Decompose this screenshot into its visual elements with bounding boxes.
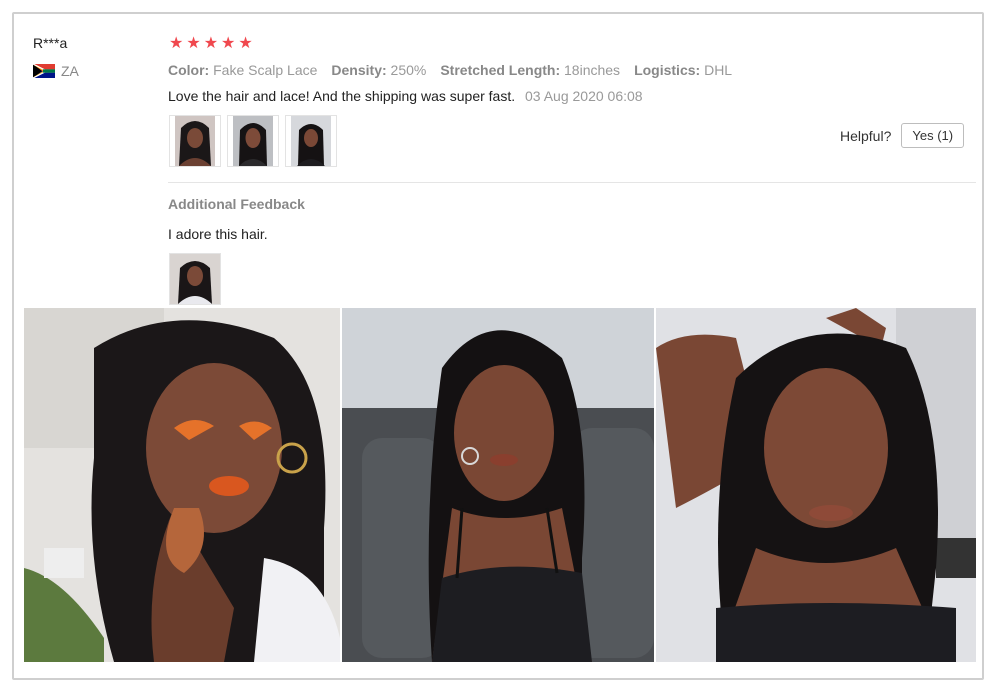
star-icon: ★: [221, 35, 236, 52]
product-attributes: Color: Fake Scalp Lace Density: 250% Str…: [168, 62, 732, 78]
review-thumbnail[interactable]: [169, 115, 221, 167]
review-photos: [24, 308, 976, 662]
star-icon: ★: [238, 35, 253, 52]
additional-feedback-title: Additional Feedback: [168, 196, 305, 212]
selfie-photo: [24, 308, 340, 662]
additional-thumbnail[interactable]: [169, 253, 221, 305]
review-text: Love the hair and lace! And the shipping…: [168, 88, 516, 104]
south-africa-flag-icon: [33, 64, 55, 78]
review-photo[interactable]: [342, 308, 654, 662]
selfie-photo: [656, 308, 976, 662]
photo-thumbnail-icon: [291, 116, 331, 166]
rating-stars: ★ ★ ★ ★ ★: [169, 36, 253, 52]
review-body: Love the hair and lace! And the shipping…: [168, 88, 643, 104]
star-icon: ★: [203, 35, 219, 52]
star-icon: ★: [169, 35, 184, 52]
country-code: ZA: [61, 63, 79, 79]
review-photo[interactable]: [24, 308, 340, 662]
attribute-density: Density: 250%: [331, 62, 427, 78]
reviewer-country: ZA: [33, 63, 79, 79]
attribute-length: Stretched Length: 18inches: [440, 62, 621, 78]
additional-feedback-text: I adore this hair.: [168, 226, 268, 242]
review-thumbnail[interactable]: [227, 115, 279, 167]
attribute-color: Color: Fake Scalp Lace: [168, 62, 318, 78]
selfie-photo: [342, 308, 654, 662]
photo-thumbnail-icon: [170, 254, 220, 304]
review-photo[interactable]: [656, 308, 976, 662]
attribute-logistics: Logistics: DHL: [634, 62, 733, 78]
review-date: 03 Aug 2020 06:08: [525, 88, 643, 104]
helpful-section: Helpful? Yes (1): [840, 123, 965, 148]
star-icon: ★: [186, 35, 201, 52]
helpful-label: Helpful?: [840, 127, 892, 144]
divider: [168, 182, 976, 183]
photo-thumbnail-icon: [233, 116, 273, 166]
review-thumbnails: [169, 115, 337, 167]
review-thumbnail[interactable]: [285, 115, 337, 167]
helpful-yes-button[interactable]: Yes (1): [901, 123, 965, 148]
reviewer-name: R***a: [33, 35, 68, 51]
photo-thumbnail-icon: [175, 116, 215, 166]
